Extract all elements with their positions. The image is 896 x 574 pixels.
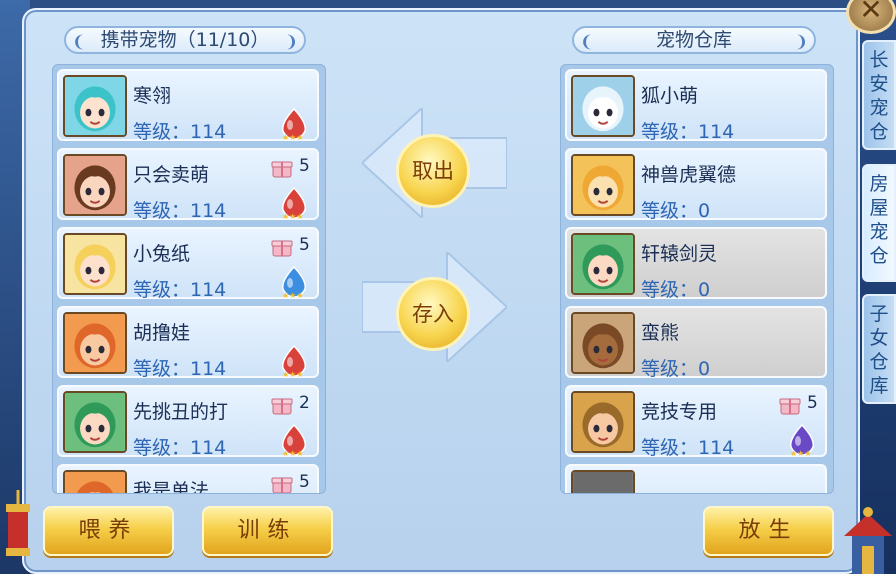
svg-text:★★★: ★★★ — [282, 449, 304, 457]
pet-list-item[interactable]: 狐小萌等级：114 — [565, 69, 827, 143]
pet-level: 等级：114 — [133, 437, 227, 459]
pet-list-item[interactable]: 轩辕剑灵等级：0 — [565, 227, 827, 301]
pet-level: 等级：0 — [641, 279, 711, 301]
release-button[interactable]: 放生 — [703, 506, 834, 556]
pet-portrait-avatar — [571, 312, 635, 374]
pet-name: 竞技专用 — [641, 401, 718, 423]
pet-name: 轩辕剑灵 — [641, 243, 718, 265]
pavilion-decoration-icon — [844, 507, 892, 574]
tab-house-pet-storage[interactable]: 房屋宠仓 — [862, 164, 896, 282]
close-icon: ✕ — [859, 0, 883, 26]
store-button[interactable]: 存入 — [396, 277, 470, 351]
gift-count: 5 — [299, 472, 310, 492]
svg-text:★★★: ★★★ — [282, 370, 304, 378]
pet-level: 等级：114 — [641, 437, 735, 459]
warehouse-title-text: 宠物仓库 — [655, 29, 732, 51]
carried-pet-list[interactable]: 寒翎 等级：114 ★★★ 只会卖萌 等级：114 5 ★★★ 小兔纸 等级：114 … — [52, 64, 326, 494]
gift-icon — [779, 394, 801, 416]
pet-name: 神兽虎翼德 — [641, 164, 737, 186]
pet-name: 先挑丑的打 — [133, 401, 229, 423]
pet-list-item[interactable]: 蛮熊等级：0 — [565, 306, 827, 380]
red-gem-icon: ★★★ — [277, 107, 311, 142]
pet-list-item[interactable] — [565, 464, 827, 493]
gift-count: 5 — [807, 393, 818, 413]
pet-level: 等级：114 — [133, 121, 227, 143]
svg-text:★★★: ★★★ — [282, 291, 304, 299]
pet-list-item[interactable]: 神兽虎翼德等级：0 — [565, 148, 827, 222]
svg-text:★★★: ★★★ — [790, 449, 812, 457]
gift-count: 5 — [299, 235, 310, 255]
tab-label: 子女仓库 — [869, 303, 889, 397]
pet-list-item[interactable]: 我是单法 5 — [57, 464, 319, 494]
red-gem-icon: ★★★ — [277, 423, 311, 458]
pet-level: 等级：114 — [133, 279, 227, 301]
pet-list-item[interactable]: 先挑丑的打等级：114 2 ★★★ — [57, 385, 319, 459]
pet-portrait-avatar — [571, 470, 635, 493]
pet-list-item[interactable]: 寒翎等级：114 ★★★ — [57, 69, 319, 143]
pet-list-item[interactable]: 胡撸娃等级：114 ★★★ — [57, 306, 319, 380]
pet-name: 狐小萌 — [641, 85, 699, 107]
pet-portrait-avatar — [63, 75, 127, 137]
carried-pets-title-text: 携带宠物（11/10） — [100, 29, 270, 51]
red-gem-icon: ★★★ — [277, 186, 311, 221]
pet-portrait-avatar — [63, 391, 127, 453]
svg-text:★★★: ★★★ — [282, 212, 304, 220]
pet-name: 寒翎 — [133, 85, 172, 107]
lantern-decoration-icon — [6, 490, 30, 556]
gift-icon — [271, 394, 293, 416]
carried-pets-title: ❨ 携带宠物（11/10） ❩ — [64, 26, 306, 54]
title-curl-icon: ❨ — [580, 32, 594, 51]
pet-level: 等级：114 — [133, 200, 227, 222]
train-button[interactable]: 训练 — [202, 506, 333, 556]
pet-portrait-avatar — [571, 391, 635, 453]
pet-list-item[interactable]: 竞技专用等级：114 5 ★★★ — [565, 385, 827, 459]
pet-level: 等级：0 — [641, 200, 711, 222]
title-curl-icon: ❨ — [72, 32, 86, 51]
pet-portrait-avatar — [571, 233, 635, 295]
pet-name: 只会卖萌 — [133, 164, 210, 186]
pet-level: 等级：114 — [133, 358, 227, 380]
pet-portrait-avatar — [571, 154, 635, 216]
gift-count: 5 — [299, 156, 310, 176]
tab-label: 房屋宠仓 — [869, 173, 889, 267]
pet-portrait-avatar — [63, 154, 127, 216]
pet-name: 小兔纸 — [133, 243, 191, 265]
title-curl-icon: ❩ — [794, 32, 808, 51]
pet-name: 蛮熊 — [641, 322, 680, 344]
gift-count: 2 — [299, 393, 310, 413]
pet-list-item[interactable]: 只会卖萌等级：114 5 ★★★ — [57, 148, 319, 222]
feed-button[interactable]: 喂养 — [43, 506, 174, 556]
pet-portrait-avatar — [63, 312, 127, 374]
gift-icon — [271, 236, 293, 258]
gift-icon — [271, 473, 293, 493]
red-gem-icon: ★★★ — [277, 344, 311, 379]
pet-name: 胡撸娃 — [133, 322, 191, 344]
pet-list-item[interactable]: 小兔纸等级：114 5 ★★★ — [57, 227, 319, 301]
tab-children-storage[interactable]: 子女仓库 — [862, 294, 896, 404]
pet-portrait-avatar — [63, 233, 127, 295]
pet-portrait-avatar — [63, 470, 127, 493]
title-curl-icon: ❩ — [284, 32, 298, 51]
pet-name: 我是单法 — [133, 480, 210, 494]
svg-text:★★★: ★★★ — [282, 133, 304, 141]
blue-gem-icon: ★★★ — [277, 265, 311, 300]
purple-gem-icon: ★★★ — [785, 423, 819, 458]
pet-portrait-avatar — [571, 75, 635, 137]
pet-level: 等级：0 — [641, 358, 711, 380]
warehouse-title: ❨ 宠物仓库 ❩ — [572, 26, 816, 54]
gift-icon — [271, 157, 293, 179]
tab-changan-pet-storage[interactable]: 长安宠仓 — [862, 40, 896, 150]
tab-label: 长安宠仓 — [869, 49, 889, 143]
pet-level: 等级：114 — [641, 121, 735, 143]
warehouse-pet-list[interactable]: 狐小萌 等级：114 神兽虎翼德 等级：0 轩辕剑灵 等级：0 蛮熊 等级：0 竞技专用… — [560, 64, 834, 494]
take-out-button[interactable]: 取出 — [396, 134, 470, 208]
